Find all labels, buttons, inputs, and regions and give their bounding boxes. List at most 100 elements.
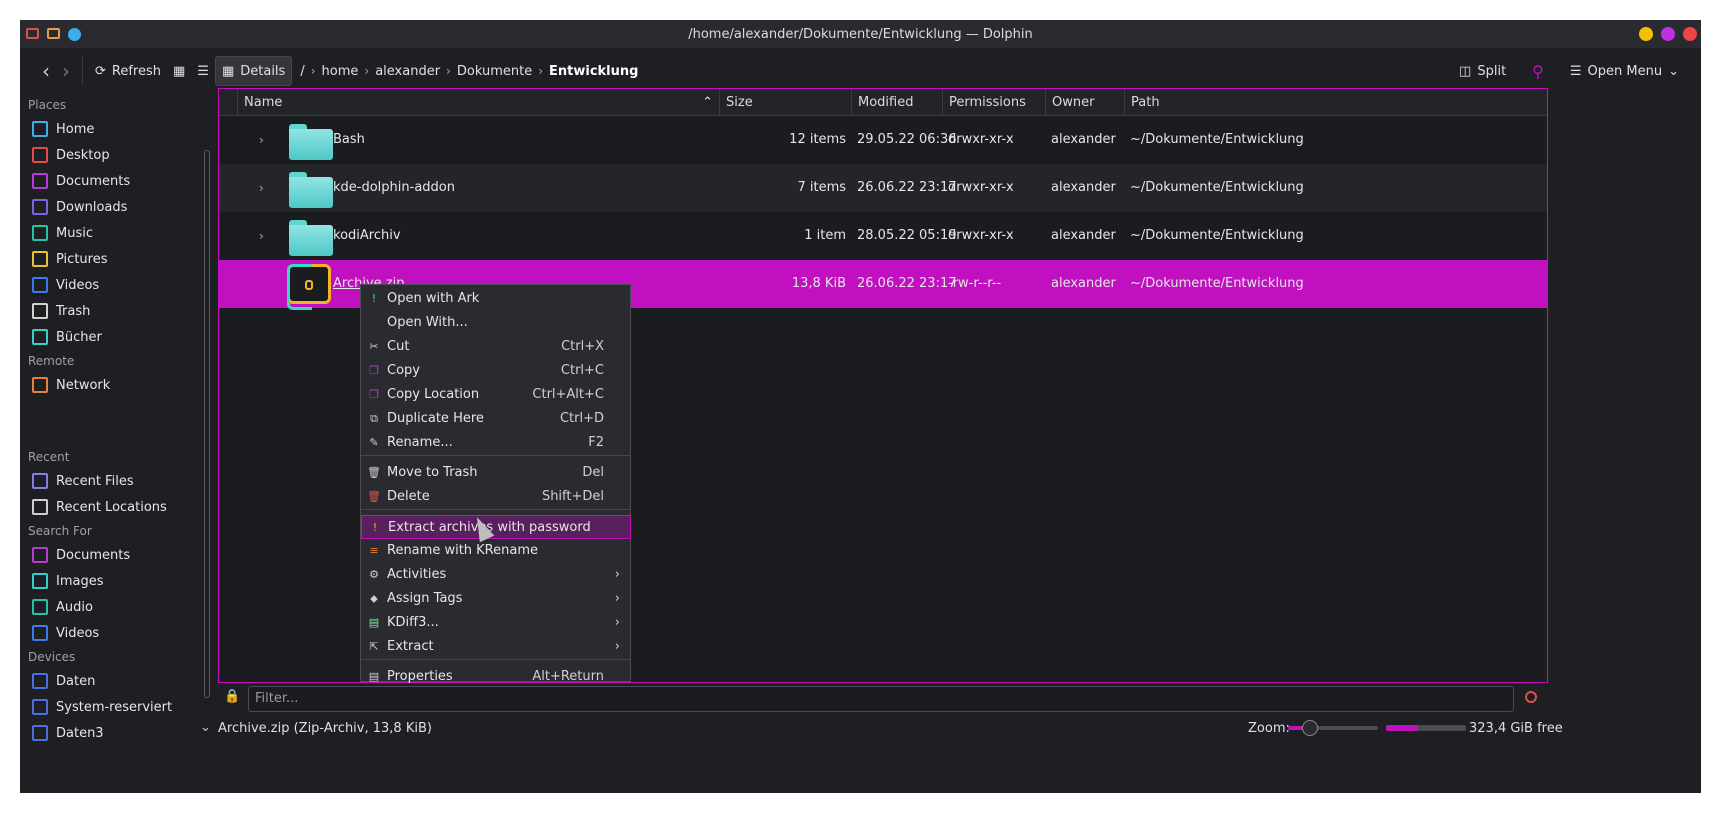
table-row[interactable]: › kde-dolphin-addon 7 items 26.06.22 23:17 d… xyxy=(219,164,1547,212)
column-modified[interactable]: Modified xyxy=(851,89,942,116)
expand-arrow-icon[interactable]: › xyxy=(259,164,264,212)
compact-view-button[interactable]: ☰ xyxy=(191,56,215,86)
sidebar-item-videos[interactable]: Videos xyxy=(20,620,196,646)
videos-search-icon xyxy=(32,625,48,641)
menu-item-label: Extract xyxy=(387,639,434,654)
icons-view-icon: ▦ xyxy=(173,63,186,79)
sidebar-item-pictures[interactable]: Pictures xyxy=(20,246,196,272)
sidebar-item-trash[interactable]: Trash xyxy=(20,298,196,324)
menu-item-move-to-trash[interactable]: 🗑 Move to Trash Del xyxy=(361,461,630,485)
folder-icon xyxy=(289,220,333,256)
menu-item-extract[interactable]: ⇱ Extract › xyxy=(361,635,630,659)
open-menu-button[interactable]: ☰ Open Menu ⌄ xyxy=(1564,56,1685,86)
sidebar-item-recent-files[interactable]: Recent Files xyxy=(20,468,196,494)
sidebar-item-recent-locations[interactable]: Recent Locations xyxy=(20,494,196,520)
breadcrumb-dokumente[interactable]: Dokumente xyxy=(457,64,532,79)
refresh-button[interactable]: ⟳ Refresh xyxy=(89,56,167,86)
chevron-right-icon: › xyxy=(364,64,370,78)
documents-icon xyxy=(32,173,48,189)
menu-item-cut[interactable]: ✂ Cut Ctrl+X xyxy=(361,335,630,359)
sidebar-item-documents[interactable]: Documents xyxy=(20,168,196,194)
split-button[interactable]: ◫ Split xyxy=(1453,56,1512,86)
menu-item-copy-location[interactable]: ❐ Copy Location Ctrl+Alt+C xyxy=(361,383,630,407)
hamburger-icon: ☰ xyxy=(1569,63,1582,79)
sidebar-item-label: System-reserviert xyxy=(56,699,173,715)
sidebar-item-audio[interactable]: Audio xyxy=(20,594,196,620)
trash-icon xyxy=(32,303,48,319)
sidebar-item-images[interactable]: Images xyxy=(20,568,196,594)
sidebar-item-desktop[interactable]: Desktop xyxy=(20,142,196,168)
menu-item-kdiff3[interactable]: ▤ KDiff3... › xyxy=(361,611,630,635)
expand-arrow-icon[interactable]: › xyxy=(259,212,264,260)
forward-button[interactable]: › xyxy=(56,56,76,86)
sidebar-item-network[interactable]: Network xyxy=(20,372,196,398)
zoom-slider-handle[interactable] xyxy=(1302,720,1318,736)
drive-icon xyxy=(32,699,48,715)
icons-view-button[interactable]: ▦ xyxy=(167,56,191,86)
breadcrumb-root[interactable]: / xyxy=(300,64,304,79)
hidden-remote-items xyxy=(20,398,196,446)
menu-separator xyxy=(361,509,630,510)
sidebar-item-videos[interactable]: Videos xyxy=(20,272,196,298)
menu-item-delete[interactable]: 🗑 Delete Shift+Del xyxy=(361,485,630,509)
menu-item-rename-with-krename[interactable]: ≡ Rename with KRename xyxy=(361,539,630,563)
refresh-label: Refresh xyxy=(111,63,161,79)
clear-filter-icon[interactable] xyxy=(1525,691,1537,703)
search-button[interactable]: ⚲ xyxy=(1526,56,1550,86)
drive-icon xyxy=(32,673,48,689)
menu-item-activities[interactable]: ⚙ Activities › xyxy=(361,563,630,587)
column-size[interactable]: Size xyxy=(719,89,851,116)
column-owner[interactable]: Owner xyxy=(1045,89,1124,116)
sidebar-item-documents[interactable]: Documents xyxy=(20,542,196,568)
chevron-down-icon[interactable]: ⌄ xyxy=(200,720,211,735)
breadcrumb-home[interactable]: home xyxy=(322,64,359,79)
sidebar-item-b-cher[interactable]: Bücher xyxy=(20,324,196,350)
column-header: Name ⌃ Size Modified Permissions Owner Pa… xyxy=(219,89,1547,116)
menu-item-copy[interactable]: ❐ Copy Ctrl+C xyxy=(361,359,630,383)
krename-icon: ≡ xyxy=(369,544,379,557)
menu-item-shortcut: F2 xyxy=(588,435,604,450)
folder-icon xyxy=(289,124,333,160)
menu-item-open-with-ark[interactable]: ! Open with Ark xyxy=(361,287,630,311)
menu-item-properties[interactable]: ▤ Properties Alt+Return xyxy=(361,665,630,689)
column-permissions[interactable]: Permissions xyxy=(942,89,1045,116)
maximize-button[interactable] xyxy=(1661,27,1675,41)
lock-icon[interactable]: 🔒 xyxy=(224,689,240,704)
table-row[interactable]: › kodiArchiv 1 item 28.05.22 05:19 drwxr-xr-… xyxy=(219,212,1547,260)
sidebar-item-home[interactable]: Home xyxy=(20,116,196,142)
filter-input[interactable]: Filter... xyxy=(248,686,1514,712)
sidebar-item-label: Images xyxy=(56,573,104,589)
sidebar-item-daten[interactable]: Daten xyxy=(20,668,196,694)
folder-icon xyxy=(289,172,333,208)
sidebar-item-label: Bücher xyxy=(56,329,102,345)
menu-item-shortcut: Shift+Del xyxy=(541,489,604,504)
menu-item-rename[interactable]: ✎ Rename... F2 xyxy=(361,431,630,455)
menu-item-shortcut: Del xyxy=(582,465,604,480)
sidebar-item-daten3[interactable]: Daten3 xyxy=(20,720,196,746)
network-icon xyxy=(32,377,48,393)
sidebar-item-system-reserviert[interactable]: System-reserviert xyxy=(20,694,196,720)
menu-item-extract-archives-with-password[interactable]: ! Extract archives with password xyxy=(361,515,631,539)
back-button[interactable]: ‹ xyxy=(36,56,56,86)
column-path[interactable]: Path xyxy=(1124,89,1547,116)
sidebar-item-music[interactable]: Music xyxy=(20,220,196,246)
folder-icon xyxy=(32,329,48,345)
column-name[interactable]: Name ⌃ xyxy=(237,89,719,116)
close-button[interactable] xyxy=(1683,27,1697,41)
zoom-slider[interactable] xyxy=(1288,720,1378,736)
sidebar-item-downloads[interactable]: Downloads xyxy=(20,194,196,220)
menu-item-open-with[interactable]: Open With... xyxy=(361,311,630,335)
menu-item-duplicate-here[interactable]: ⧉ Duplicate Here Ctrl+D xyxy=(361,407,630,431)
menu-item-label: Properties xyxy=(387,669,453,684)
split-label: Split xyxy=(1477,63,1507,79)
minimize-button[interactable] xyxy=(1639,27,1653,41)
details-view-button[interactable]: ▦ Details xyxy=(214,56,293,86)
kdiff3-icon: ▤ xyxy=(368,616,380,629)
menu-item-assign-tags[interactable]: ⬥ Assign Tags › xyxy=(361,587,630,611)
cell-modified: 29.05.22 06:36 xyxy=(857,132,957,147)
breadcrumb-alexander[interactable]: alexander xyxy=(375,64,440,79)
breadcrumb-entwicklung[interactable]: Entwicklung xyxy=(549,64,638,79)
table-row[interactable]: › Bash 12 items 29.05.22 06:36 drwxr-xr-x ale… xyxy=(219,116,1547,164)
sidebar-scrollbar[interactable] xyxy=(204,150,210,698)
expand-arrow-icon[interactable]: › xyxy=(259,116,264,164)
